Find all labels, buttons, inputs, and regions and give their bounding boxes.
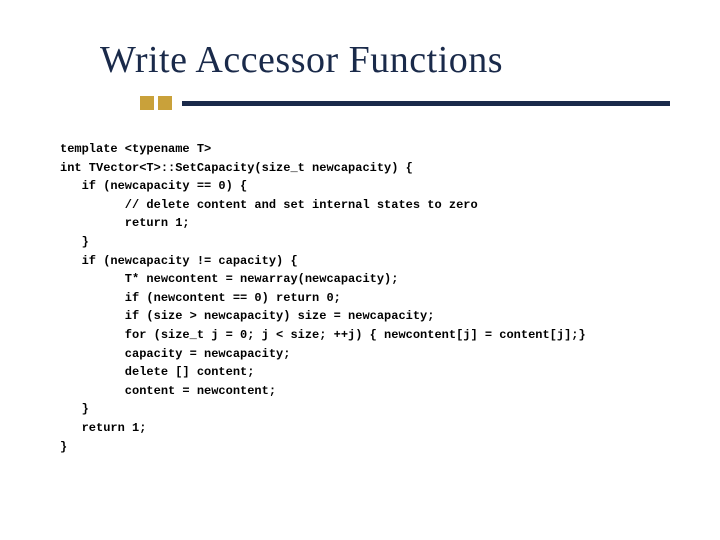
accent-square bbox=[158, 96, 172, 110]
code-line: } bbox=[60, 402, 89, 416]
title-rule bbox=[140, 96, 670, 110]
code-line: return 1; bbox=[60, 421, 146, 435]
divider bbox=[182, 101, 670, 106]
accent-square bbox=[140, 96, 154, 110]
code-line: } bbox=[60, 235, 89, 249]
code-line: if (size > newcapacity) size = newcapaci… bbox=[60, 309, 434, 323]
title-wrap: Write Accessor Functions bbox=[100, 38, 670, 82]
code-line: if (newcontent == 0) return 0; bbox=[60, 291, 341, 305]
code-line: delete [] content; bbox=[60, 365, 254, 379]
slide: Write Accessor Functions template <typen… bbox=[0, 0, 720, 540]
code-line: return 1; bbox=[60, 216, 190, 230]
code-line: for (size_t j = 0; j < size; ++j) { newc… bbox=[60, 328, 586, 342]
code-line: int TVector<T>::SetCapacity(size_t newca… bbox=[60, 161, 413, 175]
code-line: // delete content and set internal state… bbox=[60, 198, 478, 212]
code-line: if (newcapacity == 0) { bbox=[60, 179, 247, 193]
code-line: T* newcontent = newarray(newcapacity); bbox=[60, 272, 398, 286]
code-block: template <typename T> int TVector<T>::Se… bbox=[60, 140, 670, 456]
code-line: content = newcontent; bbox=[60, 384, 276, 398]
code-line: if (newcapacity != capacity) { bbox=[60, 254, 298, 268]
code-line: } bbox=[60, 440, 67, 454]
code-line: template <typename T> bbox=[60, 142, 211, 156]
page-title: Write Accessor Functions bbox=[100, 38, 670, 82]
code-line: capacity = newcapacity; bbox=[60, 347, 290, 361]
